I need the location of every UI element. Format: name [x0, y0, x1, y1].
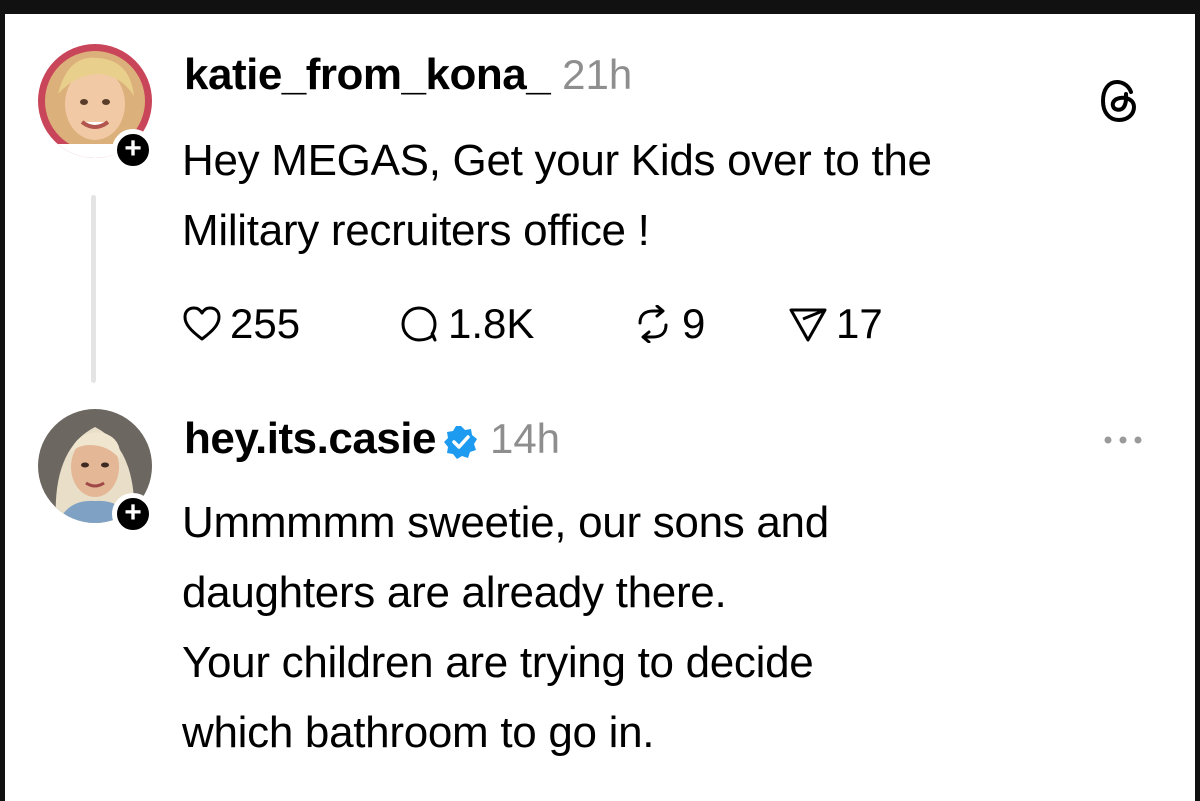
comment-count: 1.8K: [448, 300, 535, 347]
thread-connector-line: [91, 195, 96, 383]
more-options-icon[interactable]: [1103, 432, 1143, 450]
follow-plus-icon[interactable]: +: [112, 493, 154, 535]
post-header: hey.its.casie 14h: [184, 414, 560, 468]
post-header: katie_from_kona_ 21h: [184, 50, 632, 100]
threads-icon[interactable]: [1100, 79, 1139, 127]
post-text-line: Hey MEGAS, Get your Kids over to the: [182, 136, 932, 185]
post-text-line: Ummmmm sweetie, our sons and: [182, 498, 829, 547]
timestamp: 21h: [562, 51, 633, 98]
post-text-line: Military recruiters office !: [182, 206, 650, 255]
like-button[interactable]: 255: [182, 300, 300, 348]
share-button[interactable]: 17: [788, 300, 883, 348]
username[interactable]: hey.its.casie: [184, 414, 436, 463]
username[interactable]: katie_from_kona_: [184, 50, 551, 99]
follow-plus-icon[interactable]: +: [112, 129, 154, 171]
post-text: Ummmmm sweetie, our sons and daughters a…: [182, 488, 829, 768]
post-text: Hey MEGAS, Get your Kids over to the Mil…: [182, 126, 932, 266]
share-count: 17: [836, 300, 883, 347]
timestamp: 14h: [489, 415, 561, 462]
comment-icon: [401, 306, 437, 342]
verified-badge-icon: [443, 425, 478, 464]
post-text-line: Your children are trying to decide: [182, 638, 814, 687]
repost-count: 9: [682, 300, 706, 347]
heart-icon: [183, 306, 221, 341]
comment-button[interactable]: 1.8K: [400, 300, 534, 348]
post-text-line: daughters are already there.: [182, 568, 727, 617]
like-count: 255: [230, 300, 301, 347]
repost-icon: [638, 305, 668, 343]
post-text-line: which bathroom to go in.: [182, 708, 655, 757]
repost-button[interactable]: 9: [632, 300, 705, 348]
share-icon: [789, 308, 827, 342]
